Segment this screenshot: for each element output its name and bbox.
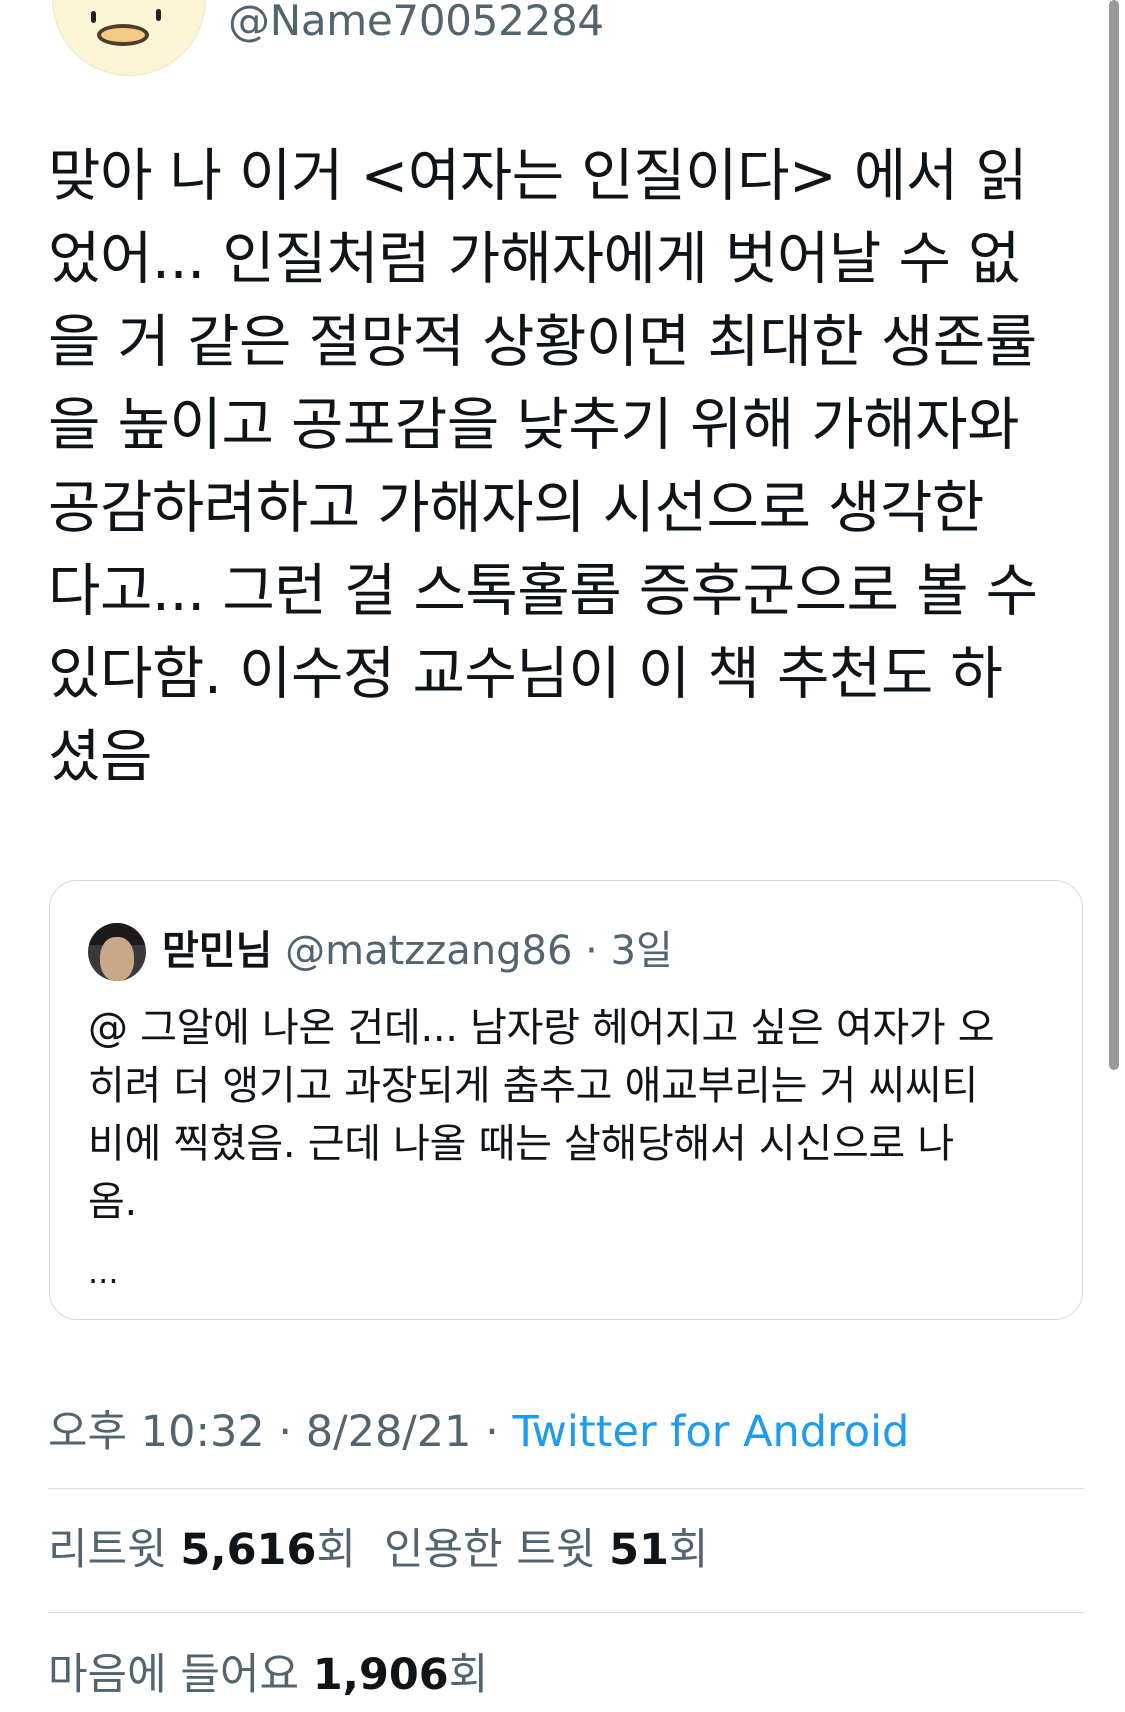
likes-stat[interactable]: 마음에 들어요 1,906회 <box>48 1650 488 1700</box>
likes-count: 1,906 <box>312 1650 449 1700</box>
meta-separator: · <box>278 1407 293 1457</box>
duck-beak-icon <box>97 24 149 46</box>
tweet-text: 맞아 나 이거 <여자는 인질이다> 에서 읽 었어... 인질처럼 가해자에게… <box>48 143 1038 790</box>
quotes-count: 51 <box>609 1525 669 1575</box>
quoted-tweet-ellipsis: ... <box>88 1253 119 1291</box>
engagement-stats-row: 리트윗 5,616회 인용한 트윗 51회 <box>48 1515 708 1577</box>
quoted-tweet-card[interactable]: 맏민님 @matzzang86 · 3일 @ 그알에 나온 건데... 남자랑 … <box>49 880 1083 1320</box>
author-avatar[interactable] <box>52 0 206 76</box>
quotes-label: 인용한 트윗 <box>383 1525 596 1575</box>
quoted-author-avatar[interactable] <box>88 923 146 981</box>
author-handle[interactable]: @Name70052284 <box>228 0 604 42</box>
divider <box>48 1488 1084 1489</box>
retweets-count: 5,616 <box>180 1525 317 1575</box>
retweets-stat[interactable]: 리트윗 5,616회 <box>48 1525 356 1575</box>
tweet-meta: 오후 10:32 · 8/28/21 · Twitter for Android <box>48 1397 909 1459</box>
retweets-suffix: 회 <box>316 1525 356 1575</box>
likes-label: 마음에 들어요 <box>48 1650 300 1700</box>
divider <box>48 1612 1084 1613</box>
scrollbar[interactable] <box>1109 0 1119 1070</box>
tweet-date[interactable]: 8/28/21 <box>306 1407 472 1457</box>
tweet-source-link[interactable]: Twitter for Android <box>513 1407 910 1457</box>
avatar-eye-right <box>156 9 161 21</box>
quotes-stat[interactable]: 인용한 트윗 51회 <box>384 1525 709 1575</box>
quoted-author-name[interactable]: 맏민님 <box>162 928 272 974</box>
meta-separator-2: · <box>485 1407 499 1457</box>
quoted-separator: · <box>585 928 598 974</box>
avatar-face <box>100 937 134 981</box>
likes-suffix: 회 <box>448 1650 489 1700</box>
tweet-time[interactable]: 오후 10:32 <box>48 1407 265 1457</box>
quotes-suffix: 회 <box>668 1525 709 1575</box>
quoted-timestamp[interactable]: 3일 <box>611 928 673 974</box>
quoted-tweet-text: @ 그알에 나온 건데... 남자랑 헤어지고 싶은 여자가 오 히려 더 앵기… <box>88 1005 995 1225</box>
retweets-label: 리트윗 <box>48 1525 167 1575</box>
likes-stats-row: 마음에 들어요 1,906회 <box>48 1640 488 1702</box>
quoted-tweet-header: 맏민님 @matzzang86 · 3일 <box>162 925 673 977</box>
avatar-eye-left <box>91 11 96 23</box>
quoted-author-handle[interactable]: @matzzang86 <box>285 928 572 974</box>
